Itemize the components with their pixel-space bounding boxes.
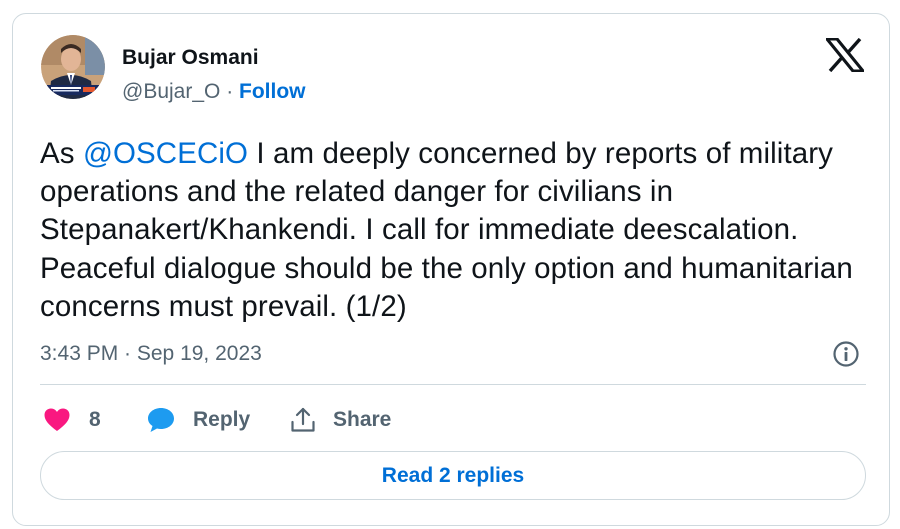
- handle-separator: ·: [220, 80, 240, 103]
- info-icon[interactable]: [832, 340, 860, 368]
- like-button[interactable]: 8: [43, 405, 101, 435]
- author-handle[interactable]: @Bujar_O: [122, 80, 220, 103]
- read-replies-button[interactable]: Read 2 replies: [40, 451, 866, 500]
- author-handle-line: @Bujar_O · Follow: [122, 79, 306, 105]
- speech-bubble-icon: [148, 408, 174, 432]
- like-count: 8: [89, 408, 101, 431]
- heart-icon: [44, 408, 70, 431]
- tweet-text: As @OSCECiO I am deeply concerned by rep…: [40, 135, 870, 326]
- tweet-timestamp[interactable]: 3:43 PM · Sep 19, 2023: [40, 341, 262, 367]
- share-label: Share: [333, 408, 392, 431]
- share-button[interactable]: Share: [289, 405, 391, 435]
- mention-link[interactable]: @OSCECiO: [83, 137, 248, 170]
- share-upload-icon: [291, 407, 315, 432]
- avatar[interactable]: [41, 35, 105, 99]
- tweet-text-prefix: As: [40, 137, 83, 170]
- reply-button[interactable]: Reply: [146, 405, 250, 435]
- x-logo-icon[interactable]: [823, 37, 867, 73]
- read-replies-label: Read 2 replies: [381, 463, 525, 487]
- tweet-card: Bujar Osmani @Bujar_O · Follow As @OSCEC…: [12, 13, 890, 526]
- reply-label: Reply: [193, 408, 251, 431]
- divider: [40, 384, 866, 385]
- follow-button[interactable]: Follow: [239, 80, 306, 103]
- author-name[interactable]: Bujar Osmani: [122, 45, 259, 71]
- avatar-photo-icon: [41, 35, 105, 99]
